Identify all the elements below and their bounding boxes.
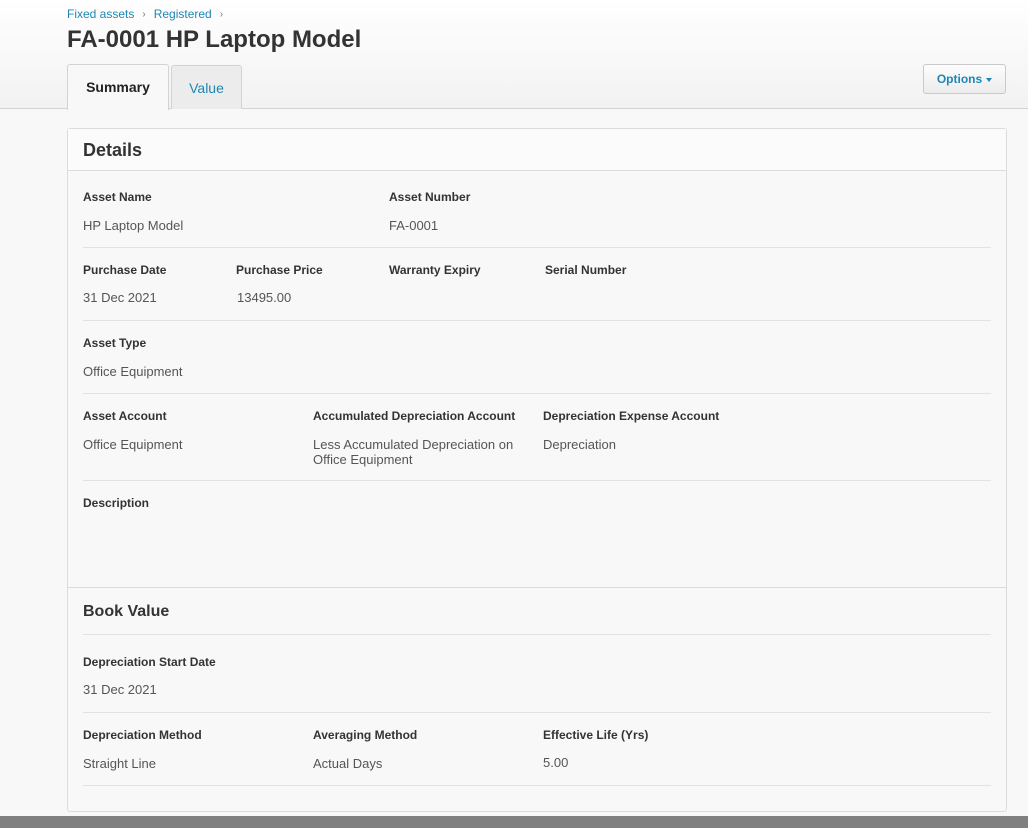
asset-account-label: Asset Account xyxy=(83,409,167,423)
depreciation-expense-value: Depreciation xyxy=(543,437,616,452)
breadcrumb-separator-icon: › xyxy=(219,8,224,20)
effective-life-label: Effective Life (Yrs) xyxy=(543,728,649,742)
breadcrumb-registered[interactable]: Registered xyxy=(154,7,212,21)
section-divider xyxy=(68,587,1006,588)
page-title: FA-0001 HP Laptop Model xyxy=(67,26,362,53)
asset-name-value: HP Laptop Model xyxy=(83,218,184,233)
asset-number-value: FA-0001 xyxy=(389,218,439,233)
accumulated-depreciation-value: Less Accumulated Depreciation on Office … xyxy=(313,437,514,467)
serial-number-label: Serial Number xyxy=(545,263,627,277)
tab-bar: Summary Value xyxy=(67,64,244,110)
averaging-method-value: Actual Days xyxy=(313,756,383,771)
asset-type-value: Office Equipment xyxy=(83,364,183,379)
details-header: Details xyxy=(68,129,1006,171)
tab-value[interactable]: Value xyxy=(171,65,242,109)
breadcrumb-separator-icon: › xyxy=(142,8,146,20)
breadcrumb: Fixed assets › Registered › xyxy=(67,7,231,21)
depreciation-method-value: Straight Line xyxy=(83,756,156,771)
purchase-price-value: 13495.00 xyxy=(237,290,292,305)
asset-account-value: Office Equipment xyxy=(83,437,183,452)
depreciation-method-label: Depreciation Method xyxy=(83,728,202,742)
asset-name-label: Asset Name xyxy=(83,190,152,204)
description-label: Description xyxy=(83,496,150,510)
warranty-expiry-label: Warranty Expiry xyxy=(389,263,481,277)
page-header: Fixed assets › Registered › FA-0001 HP L… xyxy=(0,0,1028,110)
divider xyxy=(83,320,991,321)
asset-number-label: Asset Number xyxy=(389,190,471,204)
window-bottom-bar xyxy=(0,816,1028,828)
effective-life-value: 5.00 xyxy=(543,755,569,770)
accumulated-depreciation-label: Accumulated Depreciation Account xyxy=(313,409,516,423)
options-label: Options xyxy=(936,72,983,86)
details-panel: Details Asset Name HP Laptop Model Asset… xyxy=(67,128,1007,812)
divider xyxy=(83,712,991,713)
divider xyxy=(83,480,991,481)
divider xyxy=(83,785,991,786)
breadcrumb-fixed-assets[interactable]: Fixed assets xyxy=(67,7,134,21)
options-button[interactable]: Options xyxy=(923,64,1006,94)
book-value-title: Book Value xyxy=(83,603,170,620)
averaging-method-label: Averaging Method xyxy=(313,728,418,742)
depreciation-expense-label: Depreciation Expense Account xyxy=(543,409,720,423)
divider xyxy=(83,247,991,248)
purchase-price-label: Purchase Price xyxy=(236,263,323,277)
tab-summary[interactable]: Summary xyxy=(67,64,169,110)
depreciation-start-date-value: 31 Dec 2021 xyxy=(83,682,157,697)
depreciation-start-date-label: Depreciation Start Date xyxy=(83,655,216,669)
details-title: Details xyxy=(83,140,143,160)
asset-type-label: Asset Type xyxy=(83,336,147,350)
purchase-date-label: Purchase Date xyxy=(83,263,167,277)
divider xyxy=(83,393,991,394)
divider xyxy=(83,634,991,635)
purchase-date-value: 31 Dec 2021 xyxy=(83,290,157,305)
caret-down-icon xyxy=(986,77,993,82)
